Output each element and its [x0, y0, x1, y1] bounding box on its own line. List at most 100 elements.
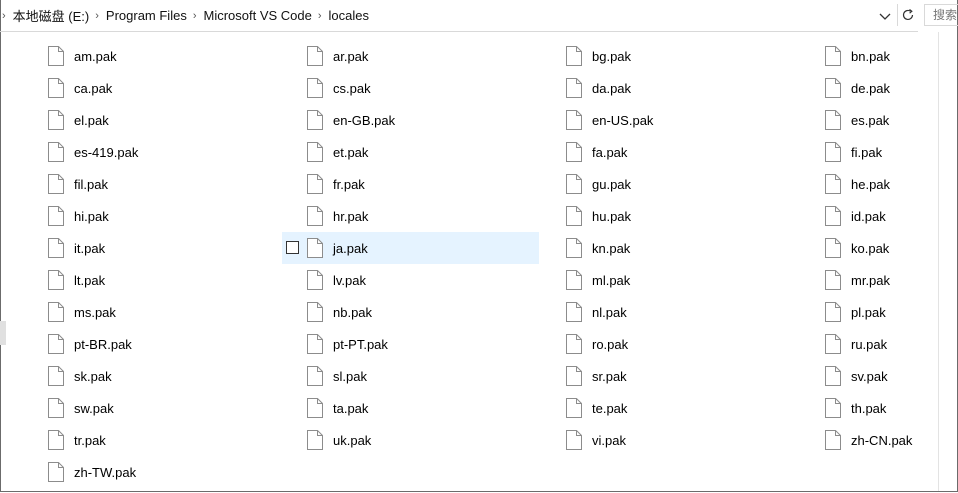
- file-item[interactable]: ms.pak: [45, 296, 302, 328]
- file-icon: [825, 142, 841, 162]
- file-item[interactable]: fil.pak: [45, 168, 302, 200]
- file-name: mr.pak: [851, 272, 891, 288]
- file-item[interactable]: da.pak: [563, 72, 820, 104]
- file-name: pl.pak: [851, 304, 886, 320]
- file-name: sk.pak: [74, 368, 112, 384]
- file-icon: [48, 174, 64, 194]
- chevron-right-icon[interactable]: ›: [2, 10, 6, 22]
- file-item[interactable]: uk.pak: [304, 424, 561, 456]
- file-item[interactable]: nl.pak: [563, 296, 820, 328]
- file-icon: [825, 110, 841, 130]
- file-item[interactable]: ca.pak: [45, 72, 302, 104]
- file-icon: [307, 302, 323, 322]
- file-item[interactable]: lv.pak: [304, 264, 561, 296]
- file-icon: [825, 78, 841, 98]
- file-icon: [566, 206, 582, 226]
- file-item[interactable]: kn.pak: [563, 232, 820, 264]
- file-item[interactable]: am.pak: [45, 40, 302, 72]
- file-name: sl.pak: [333, 368, 367, 384]
- breadcrumb-locales[interactable]: locales: [329, 8, 369, 23]
- file-name: he.pak: [851, 176, 891, 192]
- breadcrumb-drive[interactable]: 本地磁盘 (E:): [13, 6, 90, 25]
- file-name: vi.pak: [592, 432, 626, 448]
- file-item[interactable]: sl.pak: [304, 360, 561, 392]
- file-name: uk.pak: [333, 432, 372, 448]
- file-name: fr.pak: [333, 176, 365, 192]
- file-icon: [825, 174, 841, 194]
- file-name: zh-CN.pak: [851, 432, 913, 448]
- file-item[interactable]: it.pak: [45, 232, 302, 264]
- chevron-down-icon[interactable]: [878, 8, 892, 24]
- file-icon: [48, 334, 64, 354]
- file-icon: [48, 142, 64, 162]
- file-item[interactable]: tr.pak: [45, 424, 302, 456]
- search-input[interactable]: 搜索: [924, 4, 958, 26]
- file-name: nb.pak: [333, 304, 373, 320]
- file-name: kn.pak: [592, 240, 631, 256]
- file-name: nl.pak: [592, 304, 627, 320]
- file-icon: [48, 238, 64, 258]
- file-item[interactable]: lt.pak: [45, 264, 302, 296]
- file-item[interactable]: pt-PT.pak: [304, 328, 561, 360]
- file-item[interactable]: sw.pak: [45, 392, 302, 424]
- file-name: id.pak: [851, 208, 886, 224]
- file-icon: [825, 302, 841, 322]
- file-name: zh-TW.pak: [74, 464, 137, 480]
- file-item[interactable]: ja.pak: [282, 232, 539, 264]
- file-icon: [566, 174, 582, 194]
- file-icon: [825, 270, 841, 290]
- navigation-pane-edge[interactable]: [0, 321, 6, 345]
- file-item[interactable]: el.pak: [45, 104, 302, 136]
- file-name: sr.pak: [592, 368, 627, 384]
- breadcrumb-program-files[interactable]: Program Files: [106, 8, 187, 23]
- file-name: ro.pak: [592, 336, 629, 352]
- file-item[interactable]: bg.pak: [563, 40, 820, 72]
- file-icon: [307, 46, 323, 66]
- chevron-right-icon[interactable]: ›: [318, 10, 322, 22]
- file-icon: [566, 430, 582, 450]
- file-icon: [566, 46, 582, 66]
- file-item[interactable]: gu.pak: [563, 168, 820, 200]
- refresh-icon[interactable]: [897, 4, 918, 26]
- file-item[interactable]: en-GB.pak: [304, 104, 561, 136]
- file-item[interactable]: en-US.pak: [563, 104, 820, 136]
- file-name: ar.pak: [333, 48, 369, 64]
- vertical-scrollbar[interactable]: [938, 32, 957, 491]
- file-icon: [825, 206, 841, 226]
- file-item[interactable]: hr.pak: [304, 200, 561, 232]
- file-item[interactable]: ta.pak: [304, 392, 561, 424]
- file-item[interactable]: fr.pak: [304, 168, 561, 200]
- file-icon: [307, 270, 323, 290]
- file-item[interactable]: nb.pak: [304, 296, 561, 328]
- file-item[interactable]: pt-BR.pak: [45, 328, 302, 360]
- file-name: hr.pak: [333, 208, 369, 224]
- file-name: bg.pak: [592, 48, 632, 64]
- chevron-right-icon[interactable]: ›: [193, 10, 197, 22]
- file-item[interactable]: sk.pak: [45, 360, 302, 392]
- file-item[interactable]: cs.pak: [304, 72, 561, 104]
- file-list-pane[interactable]: am.pak ar.pak bg.pak bn.pak ca.pak cs.pak da.p…: [0, 32, 940, 490]
- file-item[interactable]: ro.pak: [563, 328, 820, 360]
- file-icon: [307, 238, 323, 258]
- file-item[interactable]: et.pak: [304, 136, 561, 168]
- chevron-right-icon[interactable]: ›: [95, 10, 99, 22]
- breadcrumb-vscode[interactable]: Microsoft VS Code: [204, 8, 312, 23]
- file-icon: [48, 46, 64, 66]
- file-item[interactable]: hi.pak: [45, 200, 302, 232]
- file-item[interactable]: hu.pak: [563, 200, 820, 232]
- file-icon: [48, 430, 64, 450]
- file-icon: [307, 78, 323, 98]
- file-item[interactable]: es-419.pak: [45, 136, 302, 168]
- file-item[interactable]: ml.pak: [563, 264, 820, 296]
- file-item[interactable]: vi.pak: [563, 424, 820, 456]
- file-item[interactable]: zh-TW.pak: [45, 456, 302, 488]
- file-grid: am.pak ar.pak bg.pak bn.pak ca.pak cs.pak da.p…: [45, 40, 958, 488]
- file-icon: [307, 110, 323, 130]
- file-icon: [48, 302, 64, 322]
- file-item[interactable]: sr.pak: [563, 360, 820, 392]
- file-item[interactable]: ar.pak: [304, 40, 561, 72]
- file-item[interactable]: te.pak: [563, 392, 820, 424]
- selection-checkbox[interactable]: [286, 241, 299, 254]
- address-bar[interactable]: › 本地磁盘 (E:) › Program Files › Microsoft …: [0, 0, 918, 32]
- file-item[interactable]: fa.pak: [563, 136, 820, 168]
